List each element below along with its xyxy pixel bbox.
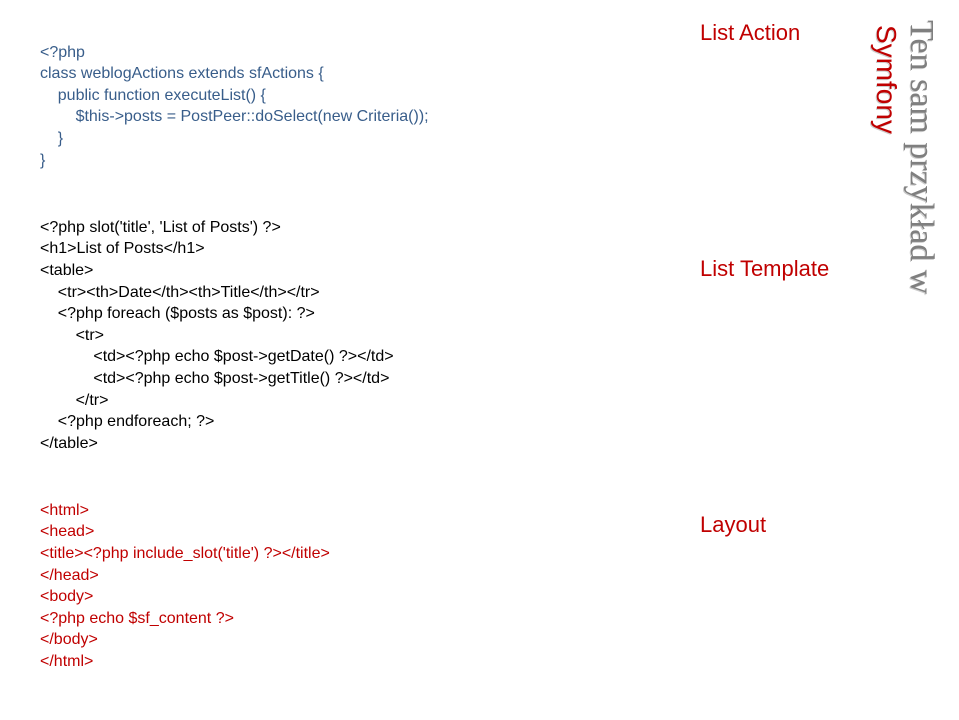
slide-title: Ten sam przykład w: [902, 20, 940, 660]
code-line: <?php: [40, 44, 85, 61]
code-line: <?php foreach ($posts as $post): ?>: [40, 305, 315, 322]
code-line: </html>: [40, 653, 93, 670]
code-line: <?php slot('title', 'List of Posts') ?>: [40, 219, 281, 236]
code-line: <tr><th>Date</th><th>Title</th></tr>: [40, 284, 320, 301]
label-template: List Template: [700, 256, 850, 282]
code-line: <html>: [40, 502, 89, 519]
label-layout: Layout: [700, 512, 850, 538]
code-line: }: [40, 130, 63, 147]
code-line: </head>: [40, 567, 99, 584]
code-line: }: [40, 152, 45, 169]
code-line: <body>: [40, 588, 93, 605]
framework-name: Symfony: [870, 20, 902, 660]
slide: <?php class weblogActions extends sfActi…: [40, 20, 919, 700]
code-line: <td><?php echo $post->getTitle() ?></td>: [40, 370, 389, 387]
code-line: $this->posts = PostPeer::doSelect(new Cr…: [40, 108, 429, 125]
code-line: class weblogActions extends sfActions {: [40, 65, 324, 82]
code-line: <title><?php include_slot('title') ?></t…: [40, 545, 330, 562]
code-line: </table>: [40, 435, 98, 452]
code-line: <table>: [40, 262, 93, 279]
code-column: <?php class weblogActions extends sfActi…: [40, 20, 660, 673]
code-block-template: <?php slot('title', 'List of Posts') ?> …: [40, 195, 660, 454]
code-block-action: <?php class weblogActions extends sfActi…: [40, 20, 660, 171]
code-line: public function executeList() {: [40, 87, 266, 104]
code-block-layout: <html> <head> <title><?php include_slot(…: [40, 478, 660, 672]
code-line: <td><?php echo $post->getDate() ?></td>: [40, 348, 394, 365]
code-line: <?php echo $sf_content ?>: [40, 610, 234, 627]
code-line: </tr>: [40, 392, 108, 409]
labels-column: List Action List Template Layout: [700, 20, 850, 548]
code-line: <h1>List of Posts</h1>: [40, 240, 205, 257]
label-action: List Action: [700, 20, 850, 46]
code-line: </body>: [40, 631, 98, 648]
code-line: <tr>: [40, 327, 104, 344]
code-line: <head>: [40, 523, 94, 540]
code-line: <?php endforeach; ?>: [40, 413, 214, 430]
vertical-titles: Symfony Ten sam przykład w: [870, 20, 959, 660]
